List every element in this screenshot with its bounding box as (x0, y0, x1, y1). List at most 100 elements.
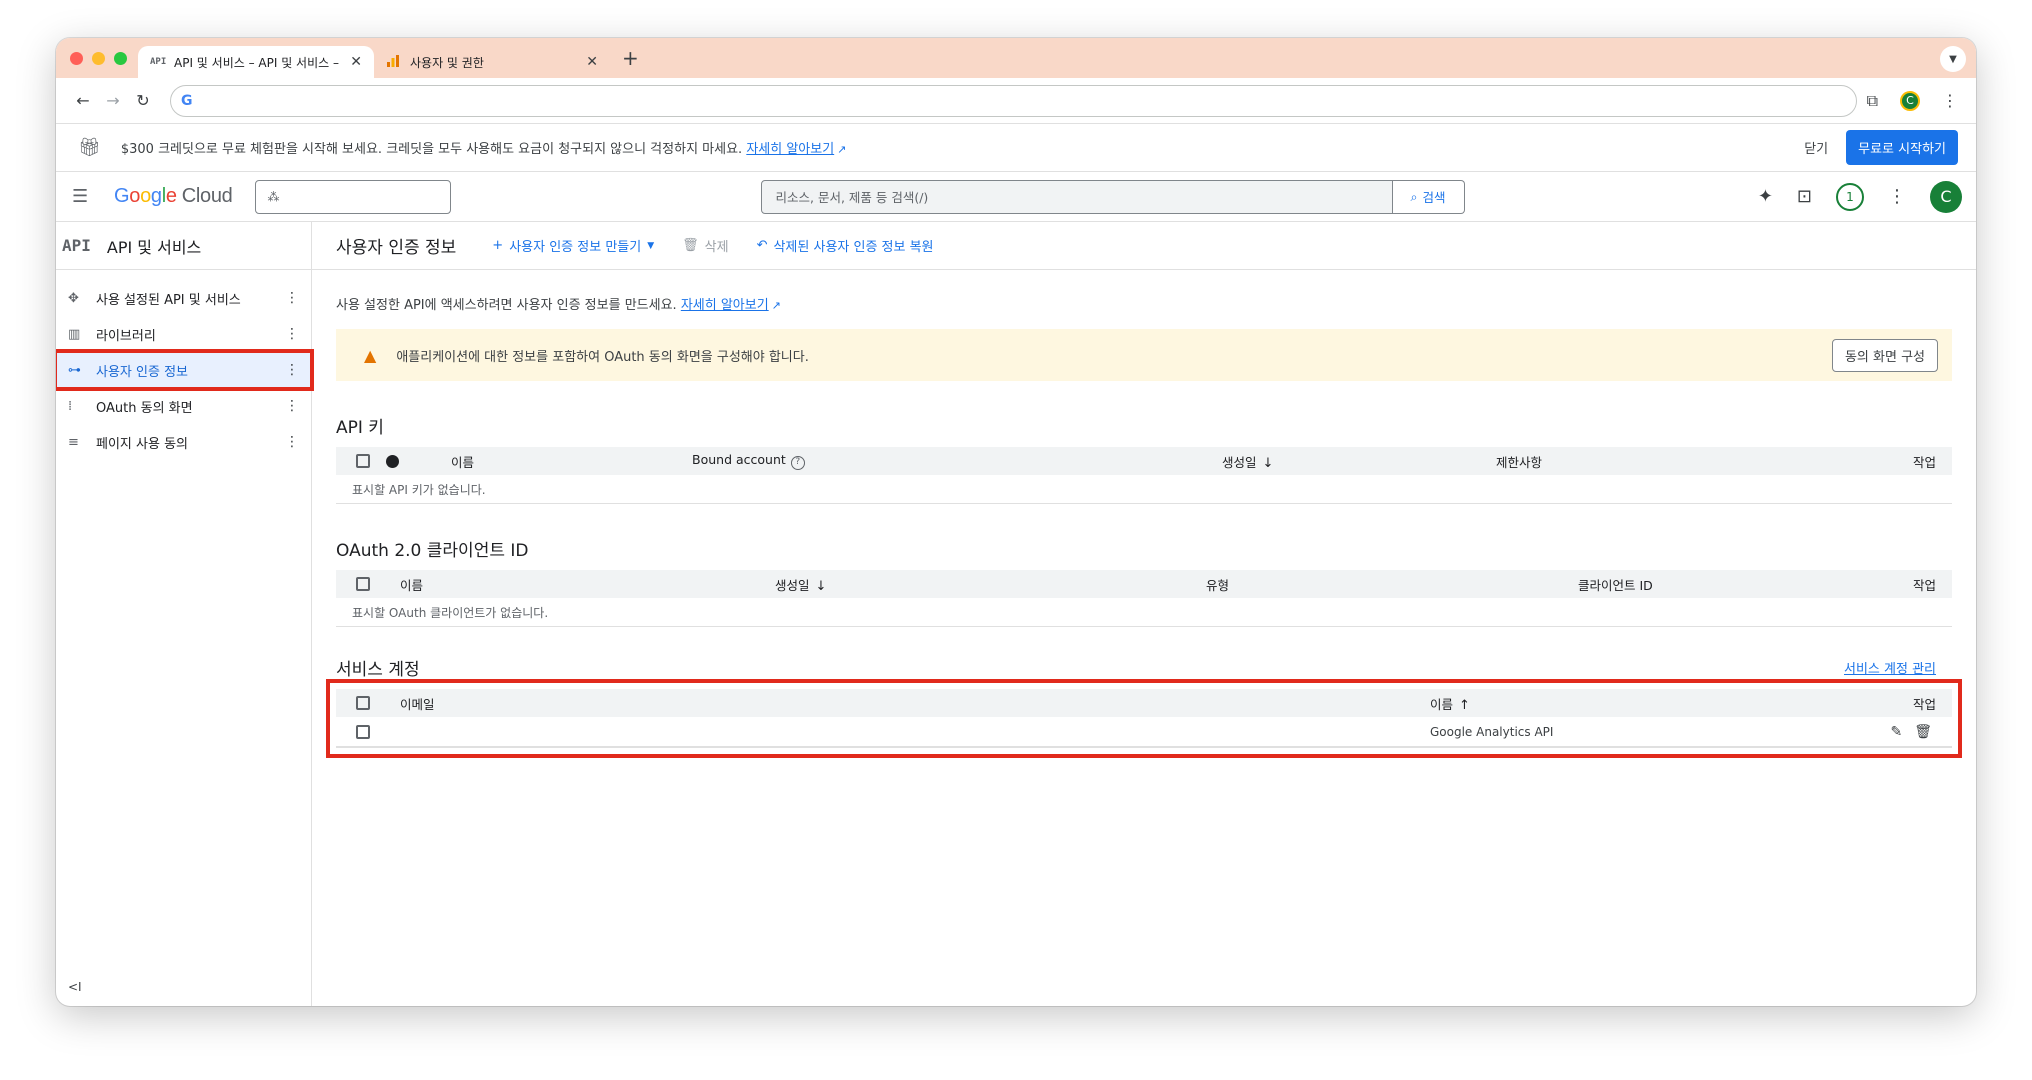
sidebar-item-library[interactable]: ▥ 라이브러리 ⋮ (56, 316, 311, 352)
url-input[interactable]: G (170, 84, 1857, 117)
close-window-button[interactable] (70, 51, 83, 65)
browser-menu-icon[interactable]: ⋮ (1942, 92, 1958, 109)
create-credentials-button[interactable]: + 사용자 인증 정보 만들기 ▼ (492, 236, 654, 255)
sidebar: API API 및 서비스 ✥ 사용 설정된 API 및 서비스 ⋮ ▥ 라이브… (56, 222, 314, 1006)
column-actions: 작업 (1912, 454, 1936, 470)
console-header: ☰ Google Cloud ⁂ 리소스, 문서, 제품 등 검색(/) ⌕ 검색… (56, 172, 1976, 222)
maximize-window-button[interactable] (114, 51, 127, 65)
table-header: 이름 Bound account? 생성일 ↓ 제한사항 작업 (336, 447, 1952, 475)
oauth-warning-banner: ▲ 애플리케이션에 대한 정보를 포함하여 OAuth 동의 화면을 구성해야 … (336, 329, 1952, 381)
manage-service-accounts-link[interactable]: 서비스 계정 관리 (1844, 658, 1936, 677)
column-created[interactable]: 생성일 ↓ (775, 575, 826, 594)
select-all-checkbox[interactable] (356, 696, 370, 710)
enabled-apis-icon: ✥ (68, 290, 79, 306)
promo-close-button[interactable]: 닫기 (1804, 138, 1828, 157)
dropdown-arrow-icon: ▼ (647, 240, 655, 251)
column-name[interactable]: 이름 (400, 575, 423, 594)
hamburger-menu-icon[interactable]: ☰ (72, 186, 100, 207)
tab-search-icon[interactable]: ▼ (1940, 46, 1966, 72)
undo-icon: ↶ (756, 238, 768, 253)
column-client-id: 클라이언트 ID (1578, 577, 1653, 593)
column-restrictions: 제한사항 (1496, 454, 1543, 470)
select-all-checkbox[interactable] (356, 577, 370, 591)
delete-button[interactable]: 🗑︎ 삭제 (682, 236, 728, 255)
content-area: 사용자 인증 정보 + 사용자 인증 정보 만들기 ▼ 🗑︎ 삭제 ↶ 삭제된 … (312, 222, 1976, 1006)
column-type[interactable]: 유형 (1206, 575, 1229, 594)
item-menu-icon[interactable]: ⋮ (285, 362, 299, 378)
promo-learn-more-link[interactable]: 자세히 알아보기 (746, 142, 834, 157)
page-usage-icon: ≡ (68, 434, 79, 450)
column-created[interactable]: 생성일 ↓ (1222, 452, 1273, 471)
tab-bar: API API 및 서비스 – API 및 서비스 – [ ✕ 사용자 및 권한… (56, 38, 1976, 78)
close-tab-icon[interactable]: ✕ (586, 54, 598, 70)
column-email[interactable]: 이메일 (400, 694, 435, 713)
profile-avatar[interactable]: C (1900, 90, 1920, 111)
reload-icon[interactable]: ↻ (128, 91, 158, 110)
more-options-icon[interactable]: ⋮ (1888, 187, 1906, 206)
sidebar-item-page-usage[interactable]: ≡ 페이지 사용 동의 ⋮ (56, 424, 311, 460)
sidebar-item-credentials[interactable]: ⊶ 사용자 인증 정보 ⋮ (56, 349, 314, 391)
extensions-icon[interactable]: ⧉ (1867, 91, 1878, 111)
close-tab-icon[interactable]: ✕ (350, 54, 362, 70)
action-bar: 사용자 인증 정보 + 사용자 인증 정보 만들기 ▼ 🗑︎ 삭제 ↶ 삭제된 … (312, 222, 1976, 270)
notifications-badge[interactable]: 1 (1836, 182, 1864, 211)
browser-tab-api-services[interactable]: API API 및 서비스 – API 및 서비스 – [ ✕ (138, 46, 374, 78)
empty-row: 표시할 OAuth 클라이언트가 없습니다. (352, 605, 549, 620)
intro-text: 사용 설정한 API에 액세스하려면 사용자 인증 정보를 만드세요. 자세히 … (336, 298, 781, 313)
sidebar-title: API 및 서비스 (106, 237, 202, 257)
api-favicon-icon: API (150, 57, 167, 67)
gift-icon: 🎁︎ (78, 137, 101, 158)
item-menu-icon[interactable]: ⋮ (285, 398, 299, 414)
analytics-icon (386, 54, 402, 71)
sidebar-item-oauth-consent[interactable]: ⁞ OAuth 동의 화면 ⋮ (56, 388, 311, 424)
help-icon[interactable]: ? (790, 456, 805, 470)
search-input[interactable]: 리소스, 문서, 제품 등 검색(/) (760, 179, 1393, 214)
sort-asc-icon: ↑ (1459, 697, 1470, 713)
external-link-icon: ↗ (771, 299, 781, 312)
back-icon[interactable]: ← (68, 91, 98, 110)
free-trial-banner: 🎁︎ $300 크레딧으로 무료 체험판을 시작해 보세요. 크레딧을 모두 사… (56, 124, 1976, 172)
select-all-checkbox[interactable] (356, 454, 370, 468)
column-name[interactable]: 이름 (451, 452, 474, 471)
browser-tab-users-permissions[interactable]: 사용자 및 권한 ✕ (374, 46, 610, 78)
account-avatar[interactable]: C (1930, 180, 1962, 213)
oauth-clients-title: OAuth 2.0 클라이언트 ID (336, 541, 529, 561)
item-menu-icon[interactable]: ⋮ (285, 434, 299, 450)
forward-icon[interactable]: → (98, 91, 128, 110)
item-menu-icon[interactable]: ⋮ (285, 326, 299, 342)
restore-deleted-button[interactable]: ↶ 삭제된 사용자 인증 정보 복원 (757, 236, 934, 255)
collapse-sidebar-icon[interactable]: <I (68, 980, 82, 994)
library-icon: ▥ (68, 326, 81, 342)
service-accounts-table: 이메일 이름 ↑ 작업 Google Analytics API ✎ 🗑︎ (326, 679, 1962, 758)
external-link-icon: ↗ (837, 143, 847, 156)
table-header: 이메일 이름 ↑ 작업 (336, 689, 1952, 717)
oauth-clients-table: 이름 생성일 ↓ 유형 클라이언트 ID 작업 표시할 OAuth 클라이언트가 … (336, 570, 1952, 627)
search-icon: ⌕ (1410, 188, 1418, 204)
service-accounts-title: 서비스 계정 (336, 660, 420, 680)
api-keys-title: API 키 (336, 418, 384, 438)
row-checkbox[interactable] (356, 724, 370, 739)
status-column-icon (386, 454, 399, 468)
address-bar: ← → ↻ G ⧉ C ⋮ (56, 78, 1976, 124)
key-icon: ⊶ (68, 362, 81, 378)
consent-icon: ⁞ (68, 398, 73, 414)
project-picker[interactable]: ⁂ (254, 179, 451, 214)
google-cloud-logo[interactable]: Google Cloud (114, 185, 233, 208)
intro-learn-more-link[interactable]: 자세히 알아보기 (681, 298, 769, 313)
browser-window: API API 및 서비스 – API 및 서비스 – [ ✕ 사용자 및 권한… (56, 38, 1976, 1006)
item-menu-icon[interactable]: ⋮ (285, 290, 299, 306)
sidebar-item-enabled-apis[interactable]: ✥ 사용 설정된 API 및 서비스 ⋮ (56, 280, 311, 316)
gemini-sparkle-icon[interactable]: ✦ (1758, 186, 1773, 207)
search-button[interactable]: ⌕ 검색 (1392, 179, 1465, 214)
minimize-window-button[interactable] (92, 51, 105, 65)
delete-icon[interactable]: 🗑︎ (1914, 724, 1932, 740)
edit-icon[interactable]: ✎ (1890, 724, 1902, 740)
start-free-button[interactable]: 무료로 시작하기 (1846, 130, 1958, 165)
column-name[interactable]: 이름 ↑ (1430, 694, 1470, 713)
row-name: Google Analytics API (1430, 724, 1554, 739)
new-tab-button[interactable]: + (622, 46, 639, 70)
configure-consent-button[interactable]: 동의 화면 구성 (1831, 338, 1938, 372)
empty-row: 표시할 API 키가 없습니다. (352, 482, 486, 497)
cloud-shell-icon[interactable]: ⊡ (1797, 186, 1812, 207)
table-row[interactable]: Google Analytics API ✎ 🗑︎ (336, 717, 1952, 747)
